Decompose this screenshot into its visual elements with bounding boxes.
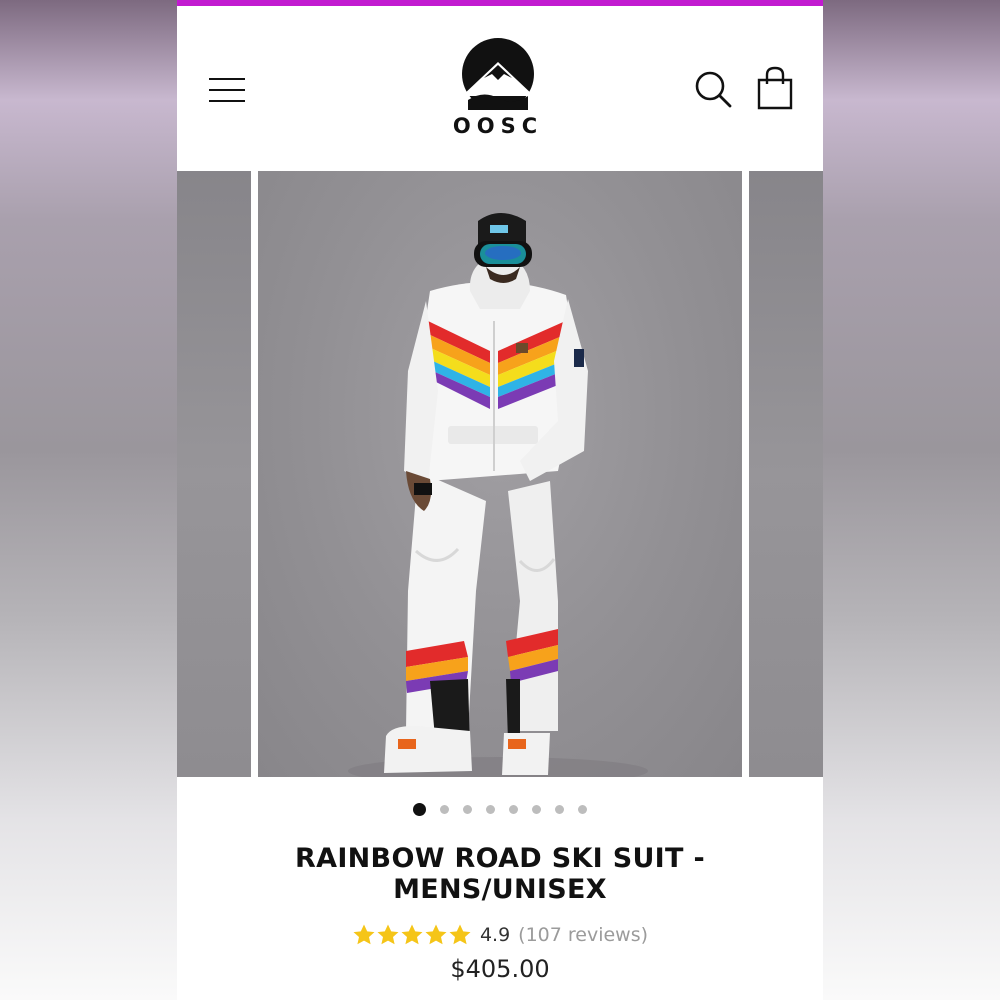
gallery-dot-6[interactable]	[532, 804, 541, 814]
logo-text: OOSC	[452, 114, 544, 138]
next-slide-peek[interactable]	[749, 171, 823, 777]
star-rating	[352, 923, 472, 947]
rating-value: 4.9	[479, 924, 511, 946]
site-header: OOSC	[177, 6, 823, 171]
previous-slide-peek[interactable]	[177, 171, 251, 777]
gallery-dot-4[interactable]	[486, 804, 495, 814]
gallery-dot-8[interactable]	[578, 804, 587, 814]
mobile-page: OOSC RAINBOW ROAD SKI SUIT - MENS/UNISEX…	[177, 0, 823, 1000]
gallery-pagination	[177, 800, 823, 818]
gallery-dot-5[interactable]	[509, 804, 518, 814]
screenshot-backdrop: OOSC RAINBOW ROAD SKI SUIT - MENS/UNISEX…	[0, 0, 1000, 1000]
product-rating[interactable]: 4.9 (107 reviews)	[177, 919, 823, 951]
product-title: RAINBOW ROAD SKI SUIT - MENS/UNISEX	[217, 843, 783, 905]
gallery-dot-3[interactable]	[463, 804, 472, 814]
ski-suit-model-image	[348, 213, 648, 777]
star-icon	[353, 924, 375, 945]
product-price: $405.00	[450, 955, 550, 983]
search-icon[interactable]	[694, 70, 734, 110]
gallery-dot-7[interactable]	[555, 804, 564, 814]
star-icon	[425, 924, 447, 945]
review-count-link[interactable]: (107 reviews)	[518, 924, 648, 946]
mountain-logo-icon	[462, 38, 534, 110]
star-icon	[377, 924, 399, 945]
product-image-gallery[interactable]	[177, 171, 823, 777]
oosc-logo[interactable]: OOSC	[448, 38, 558, 142]
product-title-line1: RAINBOW ROAD SKI SUIT -	[295, 843, 705, 874]
gallery-dot-2[interactable]	[440, 804, 449, 814]
product-main-image[interactable]	[258, 171, 742, 777]
product-title-line2: MENS/UNISEX	[393, 874, 607, 905]
hamburger-menu-icon[interactable]	[207, 70, 249, 106]
shopping-bag-icon[interactable]	[755, 66, 795, 110]
star-icon	[401, 924, 423, 945]
gallery-dot-1[interactable]	[413, 802, 426, 816]
star-icon	[449, 924, 471, 945]
